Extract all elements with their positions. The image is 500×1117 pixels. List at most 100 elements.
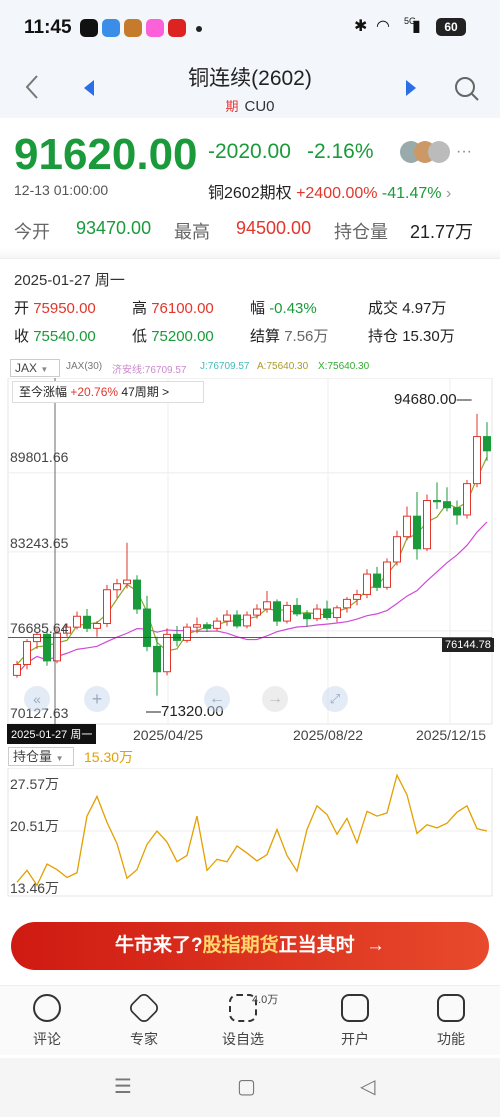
candle (393, 536, 401, 563)
x-tick-label: 2025/12/15 (416, 727, 487, 743)
arrow-left-icon[interactable]: ← (204, 686, 230, 712)
candlestick-chart[interactable] (0, 378, 500, 728)
option-label: 铜2602期权 (208, 185, 292, 202)
max-price-label: 94680.00— (394, 391, 472, 408)
banner-text-3: 正当其时 (278, 935, 355, 956)
candle (133, 579, 141, 610)
toolbar-functions-button[interactable]: 功能 (416, 994, 486, 1049)
oi-tick-label: 13.46万 (10, 880, 60, 896)
status-time: 11:45 (24, 17, 72, 38)
oi-series-line (16, 773, 488, 887)
last-price-tag: 76144.78 (442, 638, 494, 652)
x-tick-label: 2025/08/22 (293, 727, 364, 743)
toolbar-label: 功能 (437, 1031, 465, 1047)
home-icon[interactable]: ▢ (237, 1074, 256, 1099)
stat-value-open: 93470.00 (76, 218, 152, 238)
candle (423, 500, 431, 550)
candle-close: 收 75540.00 (14, 328, 96, 345)
candle (93, 623, 101, 629)
search-button[interactable] (454, 76, 480, 107)
more-dot-icon (196, 26, 202, 32)
chevron-right-icon: › (445, 185, 452, 202)
since-period: 47周期 > (121, 385, 170, 399)
quote-timestamp: 12-13 01:00:00 (14, 182, 109, 198)
since-value: +20.76% (70, 385, 119, 399)
candle-detail-panel: 2025-01-27 周一 开 75950.00 高 76100.00 幅 -0… (0, 258, 500, 353)
toolbar-label: 设自选 (222, 1031, 264, 1047)
triangle-right-icon (406, 80, 416, 96)
option-link[interactable]: 铜2602期权 +2400.00% -41.47% › (208, 179, 451, 203)
candle (113, 583, 121, 591)
zoom-in-icon[interactable]: + (84, 686, 110, 712)
next-contract-button[interactable] (404, 79, 418, 102)
candle (303, 613, 311, 620)
candle (453, 507, 461, 516)
app-icon-red (168, 19, 186, 37)
candle (293, 604, 301, 615)
candle (263, 601, 271, 610)
status-bar: 11:45 ✱ ◠ 5G ▮ 60 (0, 0, 500, 56)
candle (473, 436, 481, 485)
candle-vol: 成交 4.97万 (368, 300, 447, 317)
signal-icon: ▮ (412, 18, 421, 35)
candle (23, 641, 31, 666)
app-icon-blue (102, 19, 120, 37)
candle (433, 500, 441, 503)
candle (383, 561, 391, 588)
candle (403, 515, 411, 538)
candle-date: 2025-01-27 周一 (14, 272, 125, 289)
indicator-j: J:76709.57 (200, 361, 250, 372)
oi-dropdown[interactable]: 持仓量 ▼ (8, 747, 74, 766)
candle (253, 608, 261, 616)
candle (183, 626, 191, 641)
futures-tag: 期 (225, 99, 239, 114)
indicator-x: X:75640.30 (318, 361, 370, 372)
chart-frame (7, 378, 493, 725)
stat-label-oi: 持仓量 (334, 222, 388, 242)
candle (123, 579, 131, 585)
candle (283, 604, 291, 622)
candle (163, 633, 171, 673)
open-interest-chart (7, 768, 493, 897)
option-up: +2400.00% (296, 185, 378, 202)
app-icon-pink (146, 19, 164, 37)
toolbar-label: 专家 (130, 1031, 158, 1047)
oi-tick-label: 27.57万 (10, 776, 60, 792)
candle (83, 615, 91, 629)
watchlist-count-badge: 4.0万 (252, 994, 279, 1006)
candle-settle: 结算 7.56万 (250, 328, 329, 345)
toolbar-expert-button[interactable]: 专家 (109, 991, 179, 1049)
price-change: -2020.00 (208, 140, 291, 163)
toolbar-open-account-button[interactable]: 开户 (320, 994, 390, 1049)
toolbar-comment-button[interactable]: 评论 (12, 994, 82, 1049)
banner-text-2: 股指期货 (202, 935, 279, 956)
candle (153, 645, 161, 673)
scroll-start-icon[interactable]: « (24, 686, 50, 712)
avatars-group[interactable] (400, 141, 452, 163)
since-label: 至今涨幅 (19, 385, 68, 399)
indicator-dropdown[interactable]: JAX ▼ (10, 359, 60, 377)
candle-low: 低 75200.00 (132, 328, 214, 345)
candle-oi: 持仓 15.30万 (368, 328, 455, 345)
y-tick-label: 89801.66 (10, 449, 69, 465)
promo-banner[interactable]: 牛市来了?股指期货正当其时 → (11, 922, 489, 970)
recent-apps-icon[interactable]: ☰ (114, 1074, 132, 1099)
more-icon[interactable]: ··· (456, 143, 472, 161)
stat-label-high: 最高 (174, 222, 210, 242)
fullscreen-icon[interactable]: ⤢ (322, 686, 348, 712)
candle (233, 614, 241, 627)
option-down: -41.47% (381, 185, 442, 202)
oi-current-value: 15.30万 (84, 749, 134, 765)
battery-icon: 60 (436, 18, 466, 36)
x-tick-label: 2025/04/25 (133, 727, 204, 743)
candle (333, 607, 341, 618)
since-change-button[interactable]: 至今涨幅 +20.76% 47周期 > (12, 381, 204, 403)
candle (213, 620, 221, 629)
chart-trend-icon (341, 994, 369, 1022)
candle (223, 614, 231, 622)
back-nav-icon[interactable]: ◁ (360, 1074, 375, 1099)
arrow-right-icon[interactable]: → (262, 686, 288, 712)
candle (443, 501, 451, 509)
arrow-right-icon: → (365, 935, 385, 956)
tiktok-icon (80, 19, 98, 37)
